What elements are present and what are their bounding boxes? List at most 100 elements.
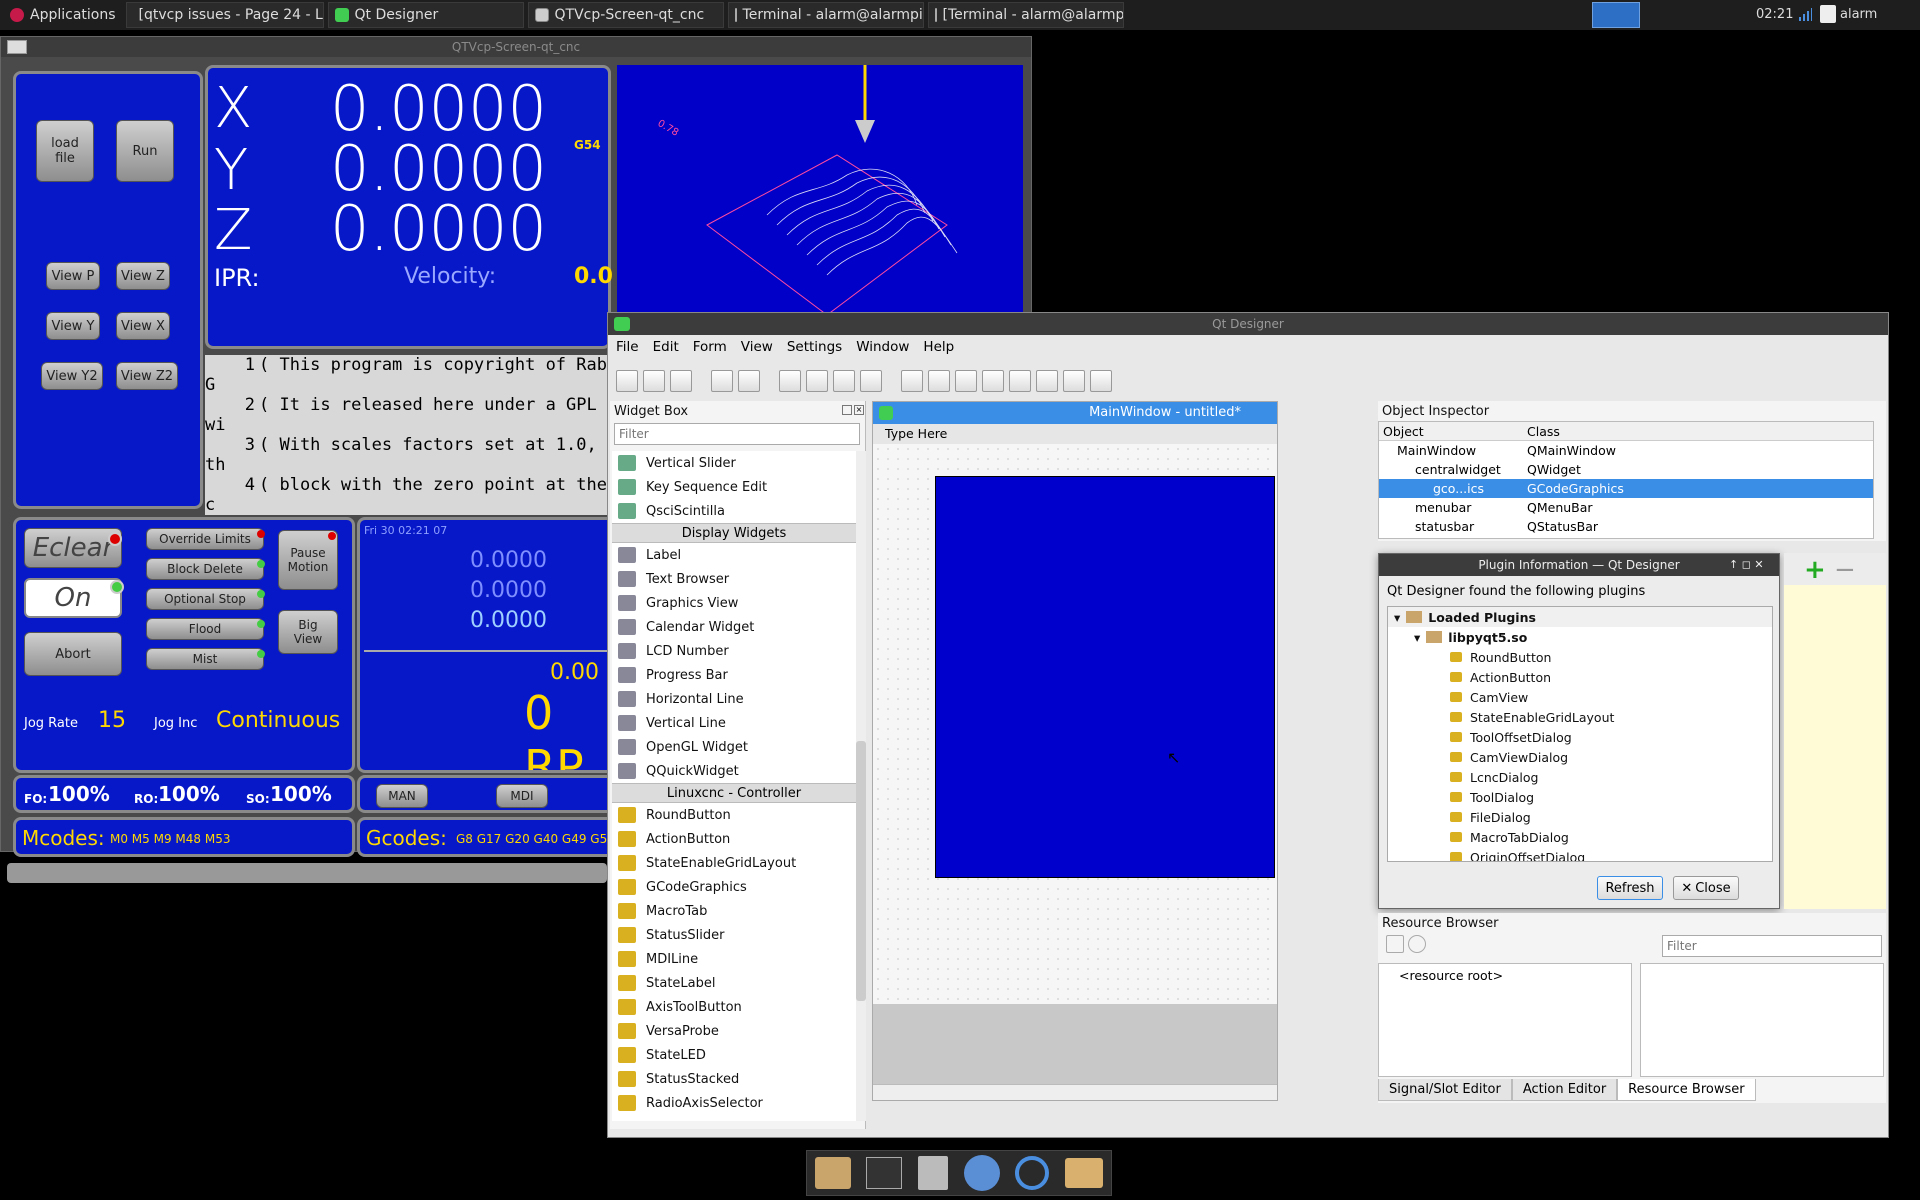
widget-item[interactable]: StateLabel (612, 971, 856, 995)
widget-filter-input[interactable] (614, 423, 860, 445)
widget-item[interactable]: QsciScintilla (612, 499, 856, 523)
refresh-button[interactable]: Refresh (1597, 876, 1663, 900)
plugin-item[interactable]: FileDialog (1388, 807, 1772, 827)
resource-tree[interactable]: <resource root> (1378, 963, 1632, 1077)
bring-front-icon[interactable] (738, 370, 760, 392)
flood-button[interactable]: Flood (146, 618, 264, 640)
widget-item[interactable]: RoundButton (612, 803, 856, 827)
widget-item[interactable]: StatusStacked (612, 1067, 856, 1091)
form-menubar[interactable]: Type Here (873, 424, 1277, 444)
plugin-item[interactable]: StateEnableGridLayout (1388, 707, 1772, 727)
form-hscrollbar[interactable] (873, 1084, 1277, 1100)
widget-item[interactable]: Progress Bar (612, 663, 856, 687)
web-browser-icon[interactable] (963, 1155, 1000, 1191)
machine-on-button[interactable]: On (24, 578, 122, 618)
close-button[interactable]: ✕ Close (1673, 876, 1739, 900)
widget-item[interactable]: Vertical Line (612, 711, 856, 735)
plugin-item[interactable]: MacroTabDialog (1388, 827, 1772, 847)
menu-help[interactable]: Help (923, 339, 954, 355)
view-p-button[interactable]: View P (46, 262, 100, 290)
object-tree-row[interactable]: MainWindow QMainWindow (1379, 441, 1873, 460)
dialog-controls[interactable]: ↑ ◻ ✕ (1729, 558, 1764, 571)
loaded-plugins-node[interactable]: ▾ Loaded Plugins (1388, 607, 1772, 627)
menu-window[interactable]: Window (856, 339, 909, 355)
open-icon[interactable] (643, 370, 665, 392)
layout-vertical-icon[interactable] (928, 370, 950, 392)
adjust-size-icon[interactable] (1090, 370, 1112, 392)
remove-property-icon[interactable]: − (1834, 555, 1856, 585)
man-mode-button[interactable]: MAN (376, 784, 428, 808)
tab-resource-browser[interactable]: Resource Browser (1617, 1079, 1756, 1101)
dock-float-icon[interactable] (842, 405, 852, 415)
category-display-widgets[interactable]: Display Widgets (612, 523, 856, 543)
widget-item[interactable]: Vertical Slider (612, 451, 856, 475)
user-icon[interactable] (1820, 5, 1836, 23)
splitter-horizontal-icon[interactable] (955, 370, 977, 392)
home-folder-icon[interactable] (814, 1157, 851, 1189)
mist-button[interactable]: Mist (146, 648, 264, 670)
object-tree-row[interactable]: centralwidget QWidget (1379, 460, 1873, 479)
plugin-item[interactable]: LcncDialog (1388, 767, 1772, 787)
widget-item[interactable]: QQuickWidget (612, 759, 856, 783)
form-titlebar[interactable]: MainWindow - untitled* (873, 402, 1277, 424)
view-z2-button[interactable]: View Z2 (116, 362, 178, 390)
widget-list-scrollbar[interactable] (856, 451, 866, 1121)
plugin-item[interactable]: ToolOffsetDialog (1388, 727, 1772, 747)
edit-tab-order-icon[interactable] (860, 370, 882, 392)
layout-grid-icon[interactable] (1009, 370, 1031, 392)
workspace-switcher[interactable] (1592, 2, 1640, 28)
horizontal-scrollbar[interactable] (7, 863, 607, 883)
view-y2-button[interactable]: View Y2 (41, 362, 103, 390)
menu-file[interactable]: File (616, 339, 639, 355)
gcode-graphics-view[interactable]: 0.78 (617, 65, 1023, 349)
estop-button[interactable]: Eclear (24, 528, 122, 568)
view-x-button[interactable]: View X (116, 312, 170, 340)
widget-item[interactable]: Key Sequence Edit (612, 475, 856, 499)
add-property-icon[interactable]: + (1804, 555, 1826, 585)
widget-item[interactable]: Label (612, 543, 856, 567)
widget-item[interactable]: Graphics View (612, 591, 856, 615)
folder-icon[interactable] (1065, 1158, 1104, 1188)
dock-close-icon[interactable]: × (854, 405, 864, 415)
widget-item[interactable]: GCodeGraphics (612, 875, 856, 899)
search-icon[interactable] (1015, 1156, 1050, 1190)
edit-resources-icon[interactable] (1386, 935, 1404, 953)
widget-item[interactable]: Calendar Widget (612, 615, 856, 639)
plugin-item[interactable]: OriginOffsetDialog (1388, 847, 1772, 861)
object-tree-row[interactable]: menubar QMenuBar (1379, 498, 1873, 517)
send-back-icon[interactable] (711, 370, 733, 392)
tab-action-editor[interactable]: Action Editor (1511, 1079, 1618, 1101)
libpyqt5-node[interactable]: ▾ libpyqt5.so (1388, 627, 1772, 647)
reload-icon[interactable] (1408, 935, 1426, 953)
save-icon[interactable] (670, 370, 692, 392)
qtvcp-titlebar[interactable]: QTVcp-Screen-qt_cnc (1, 37, 1031, 57)
widget-item[interactable]: MDILine (612, 947, 856, 971)
text-editor-icon[interactable] (918, 1156, 949, 1190)
object-tree-row[interactable]: gco...ics GCodeGraphics (1379, 479, 1873, 498)
run-button[interactable]: Run (116, 120, 174, 182)
optional-stop-button[interactable]: Optional Stop (146, 588, 264, 610)
plugin-item[interactable]: ActionButton (1388, 667, 1772, 687)
layout-form-icon[interactable] (1036, 370, 1058, 392)
scrollbar-thumb[interactable] (856, 741, 866, 1001)
widget-item[interactable]: StatusSlider (612, 923, 856, 947)
widget-item[interactable]: VersaProbe (612, 1019, 856, 1043)
designer-titlebar[interactable]: Qt Designer (608, 313, 1888, 335)
break-layout-icon[interactable] (1063, 370, 1085, 392)
splitter-vertical-icon[interactable] (982, 370, 1004, 392)
widget-item[interactable]: StateEnableGridLayout (612, 851, 856, 875)
network-icon[interactable] (1798, 7, 1812, 21)
gcode-graphics-widget[interactable] (935, 476, 1275, 878)
mdi-mode-button[interactable]: MDI (496, 784, 548, 808)
task-terminal-1[interactable]: Terminal - alarm@alarmpi:~ (727, 2, 924, 28)
plugin-item[interactable]: CamView (1388, 687, 1772, 707)
menu-view[interactable]: View (741, 339, 773, 355)
terminal-icon[interactable] (866, 1157, 903, 1189)
menu-edit[interactable]: Edit (653, 339, 679, 355)
override-limits-button[interactable]: Override Limits (146, 528, 264, 550)
widget-item[interactable]: MacroTab (612, 899, 856, 923)
widget-item[interactable]: LCD Number (612, 639, 856, 663)
edit-signals-icon[interactable] (806, 370, 828, 392)
task-qt-designer[interactable]: Qt Designer (327, 2, 524, 28)
big-view-button[interactable]: Big View (278, 610, 338, 654)
